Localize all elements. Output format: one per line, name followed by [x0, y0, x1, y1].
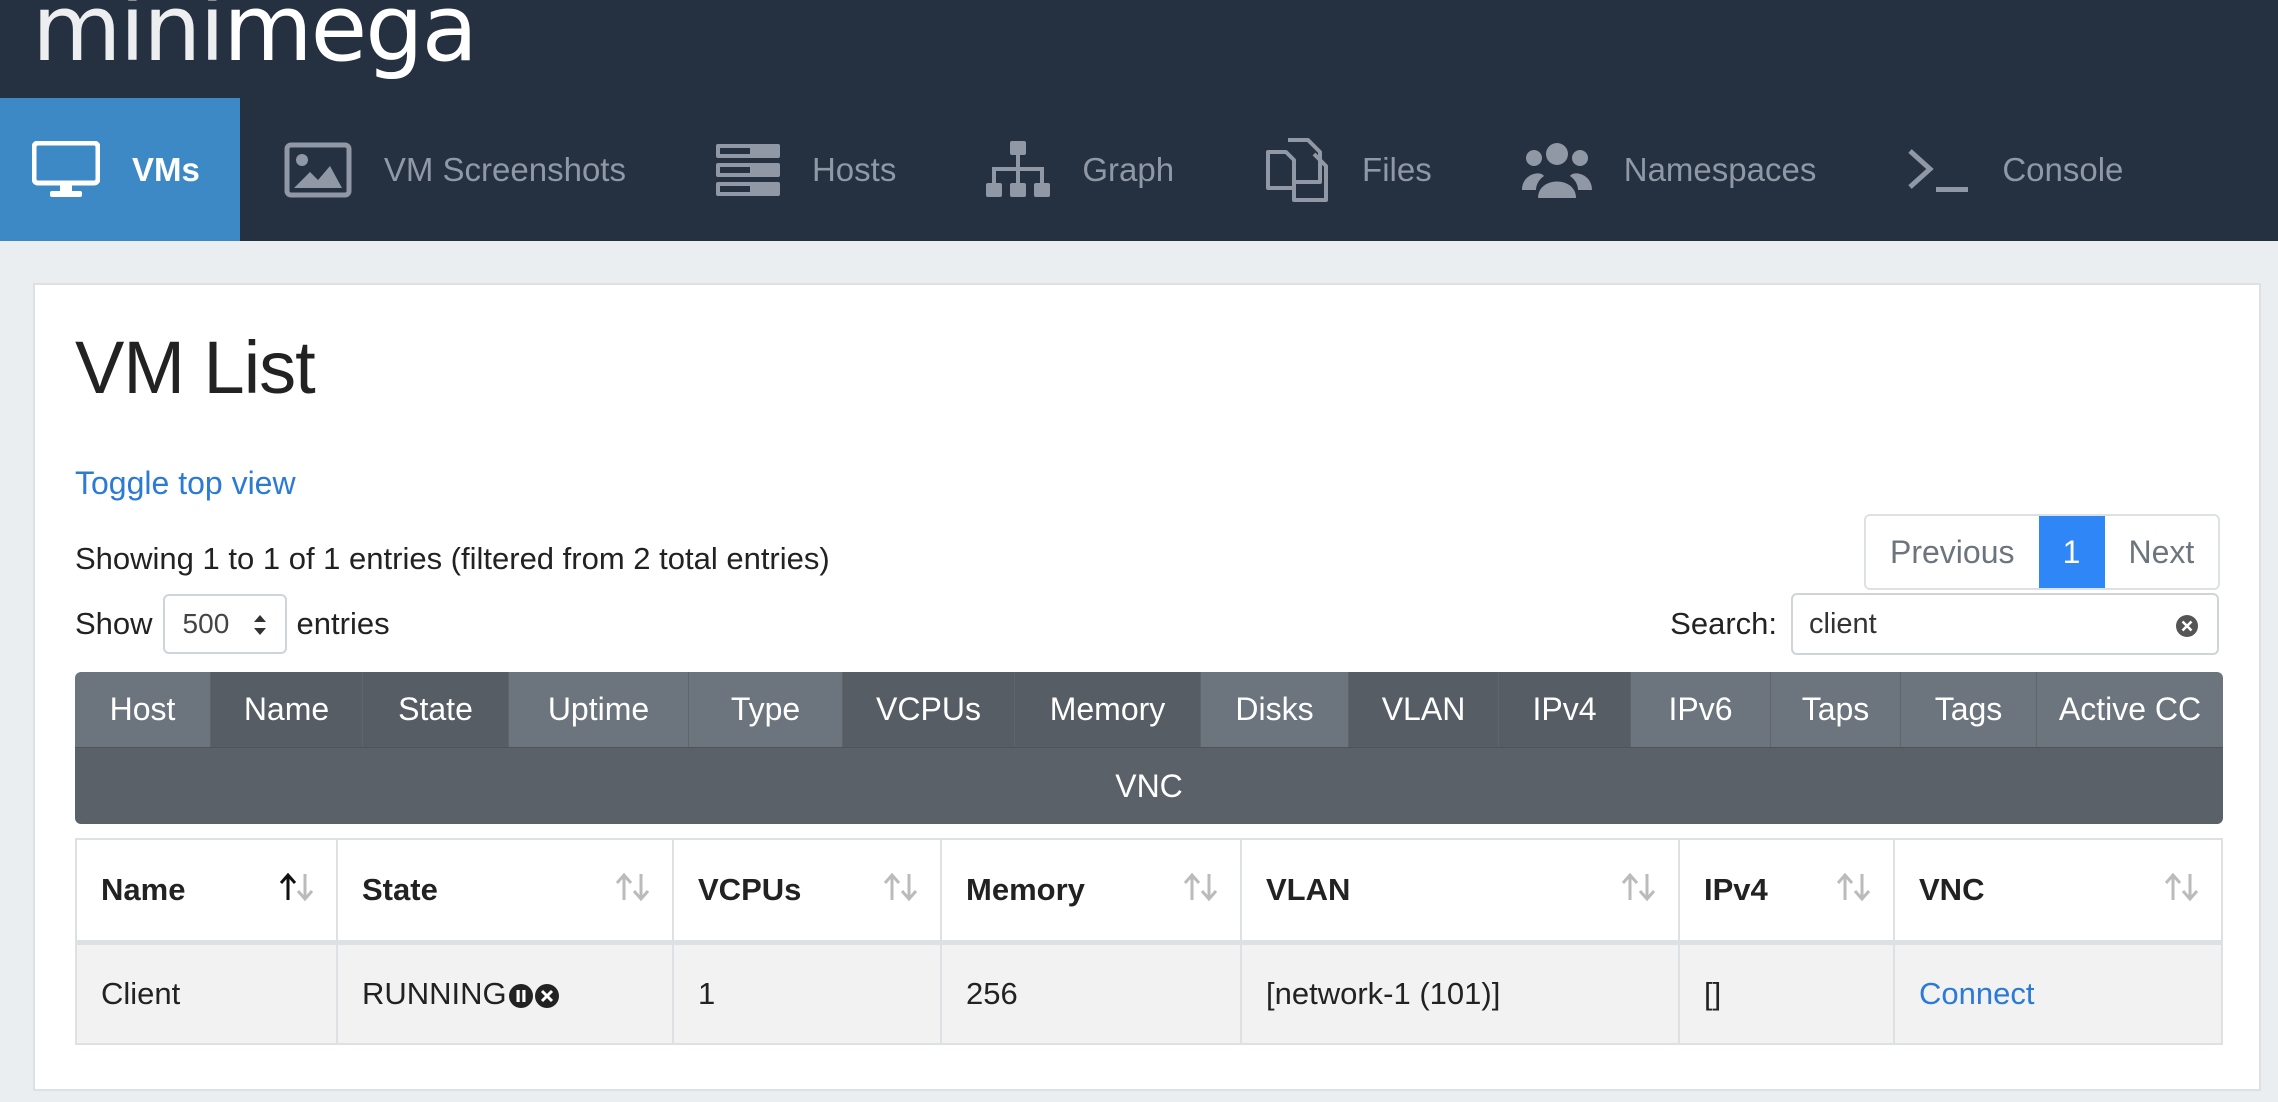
- th-state[interactable]: State: [336, 838, 674, 945]
- nav-item-namespaces[interactable]: Namespaces: [1476, 98, 1861, 241]
- nav-label: VM Screenshots: [383, 150, 626, 188]
- search-input-value: client: [1809, 607, 1877, 640]
- nav-label: Hosts: [811, 150, 897, 188]
- search-input[interactable]: client: [1791, 593, 2219, 655]
- th-name[interactable]: Name: [75, 838, 338, 945]
- nav-item-files[interactable]: Files: [1218, 98, 1476, 241]
- select-caret-icon: [253, 615, 266, 635]
- col-toggle-uptime[interactable]: Uptime: [509, 672, 689, 747]
- nav-item-graph[interactable]: Graph: [940, 98, 1218, 241]
- pause-icon[interactable]: [508, 983, 534, 1009]
- col-toggle-host[interactable]: Host: [75, 672, 211, 747]
- table-header-row: Name State VCPUs Memory VLAN IPv4 VNC: [75, 838, 2223, 945]
- sort-ascending-icon: [279, 872, 314, 902]
- th-vcpus[interactable]: VCPUs: [672, 838, 942, 945]
- sitemap-icon: [986, 140, 1051, 197]
- column-visibility-buttons: Host Name State Uptime Type VCPUs Memory…: [75, 672, 2223, 747]
- col-toggle-ipv4[interactable]: IPv4: [1499, 672, 1631, 747]
- sort-icon: [615, 872, 650, 902]
- brand-logo[interactable]: minimega: [32, 0, 478, 84]
- cell-vnc: Connect: [1893, 941, 2223, 1045]
- nav-label: Files: [1362, 150, 1432, 188]
- col-toggle-disks[interactable]: Disks: [1201, 672, 1349, 747]
- vm-list-card: VM List Toggle top view Showing 1 to 1 o…: [33, 283, 2261, 1091]
- search-control: Search: client: [1670, 593, 2219, 655]
- previous-page-button[interactable]: Previous: [1866, 516, 2039, 588]
- th-label: Name: [101, 872, 186, 907]
- cell-ipv4: []: [1678, 941, 1895, 1045]
- table-info: Showing 1 to 1 of 1 entries (filtered fr…: [75, 541, 830, 576]
- vm-table: Name State VCPUs Memory VLAN IPv4 VNC Cl…: [75, 838, 2223, 1045]
- th-memory[interactable]: Memory: [940, 838, 1242, 945]
- nav-item-console[interactable]: Console: [1860, 98, 2167, 241]
- col-toggle-memory[interactable]: Memory: [1015, 672, 1201, 747]
- image-icon: [284, 142, 352, 197]
- cell-memory: 256: [940, 941, 1242, 1045]
- entries-select[interactable]: 500: [162, 594, 287, 654]
- cell-state: RUNNING: [336, 941, 674, 1045]
- nav-item-hosts[interactable]: Hosts: [670, 98, 940, 241]
- search-label: Search:: [1670, 606, 1777, 641]
- th-ipv4[interactable]: IPv4: [1678, 838, 1895, 945]
- vnc-connect-link[interactable]: Connect: [1919, 976, 2034, 1011]
- th-label: VCPUs: [698, 872, 802, 907]
- sort-icon: [1621, 872, 1656, 902]
- nav-label: Console: [2002, 150, 2124, 188]
- nav-label: Namespaces: [1623, 150, 1817, 188]
- brand-bold: mega: [223, 0, 478, 82]
- sort-icon: [1836, 872, 1871, 902]
- nav-label: VMs: [132, 150, 200, 188]
- th-label: State: [362, 872, 438, 907]
- entries-select-value: 500: [182, 608, 230, 639]
- main-nav: VMs VM Screenshots Hosts Graph Files Nam…: [0, 98, 2167, 241]
- nav-item-vms[interactable]: VMs: [0, 98, 240, 241]
- top-navbar: minimega VMs VM Screenshots Hosts Graph …: [0, 0, 2278, 241]
- col-toggle-tags[interactable]: Tags: [1901, 672, 2037, 747]
- toggle-top-view-link[interactable]: Toggle top view: [75, 465, 296, 502]
- th-label: IPv4: [1704, 872, 1768, 907]
- state-text: RUNNING: [362, 976, 507, 1011]
- table-row: Client RUNNING 1 256 [network-1 (101)] […: [75, 941, 2223, 1045]
- terminal-icon: [1908, 148, 1969, 192]
- col-toggle-vlan[interactable]: VLAN: [1349, 672, 1499, 747]
- th-label: Memory: [966, 872, 1085, 907]
- th-vlan[interactable]: VLAN: [1240, 838, 1680, 945]
- length-control: Show 500 entries: [75, 593, 390, 655]
- files-icon: [1266, 137, 1329, 202]
- col-toggle-type[interactable]: Type: [689, 672, 843, 747]
- col-toggle-active-cc[interactable]: Active CC: [2037, 672, 2223, 747]
- sort-icon: [1183, 872, 1218, 902]
- entries-label: entries: [296, 606, 390, 641]
- col-toggle-vcpus[interactable]: VCPUs: [843, 672, 1015, 747]
- col-toggle-ipv6[interactable]: IPv6: [1631, 672, 1771, 747]
- sort-icon: [883, 872, 918, 902]
- th-label: VNC: [1919, 872, 1985, 907]
- th-label: VLAN: [1266, 872, 1351, 907]
- brand-light: mini: [32, 0, 225, 82]
- nav-item-vm-screenshots[interactable]: VM Screenshots: [240, 98, 670, 241]
- sort-icon: [2164, 872, 2199, 902]
- cell-vlan: [network-1 (101)]: [1240, 941, 1680, 1045]
- monitor-icon: [32, 140, 100, 197]
- col-toggle-name[interactable]: Name: [211, 672, 363, 747]
- kill-icon[interactable]: [534, 983, 560, 1009]
- th-vnc[interactable]: VNC: [1893, 838, 2223, 945]
- server-icon: [715, 143, 780, 196]
- col-toggle-state[interactable]: State: [363, 672, 509, 747]
- next-page-button[interactable]: Next: [2104, 516, 2219, 588]
- col-toggle-taps[interactable]: Taps: [1771, 672, 1901, 747]
- nav-label: Graph: [1082, 150, 1175, 188]
- pagination: Previous 1 Next: [1864, 514, 2221, 590]
- cell-name: Client: [75, 941, 338, 1045]
- page-title: VM List: [75, 326, 316, 409]
- clear-search-icon[interactable]: [2175, 614, 2199, 638]
- page-1-button[interactable]: 1: [2038, 516, 2105, 588]
- col-toggle-vnc[interactable]: VNC: [75, 747, 2223, 824]
- show-label: Show: [75, 606, 153, 641]
- cell-vcpus: 1: [672, 941, 942, 1045]
- users-icon: [1521, 142, 1592, 198]
